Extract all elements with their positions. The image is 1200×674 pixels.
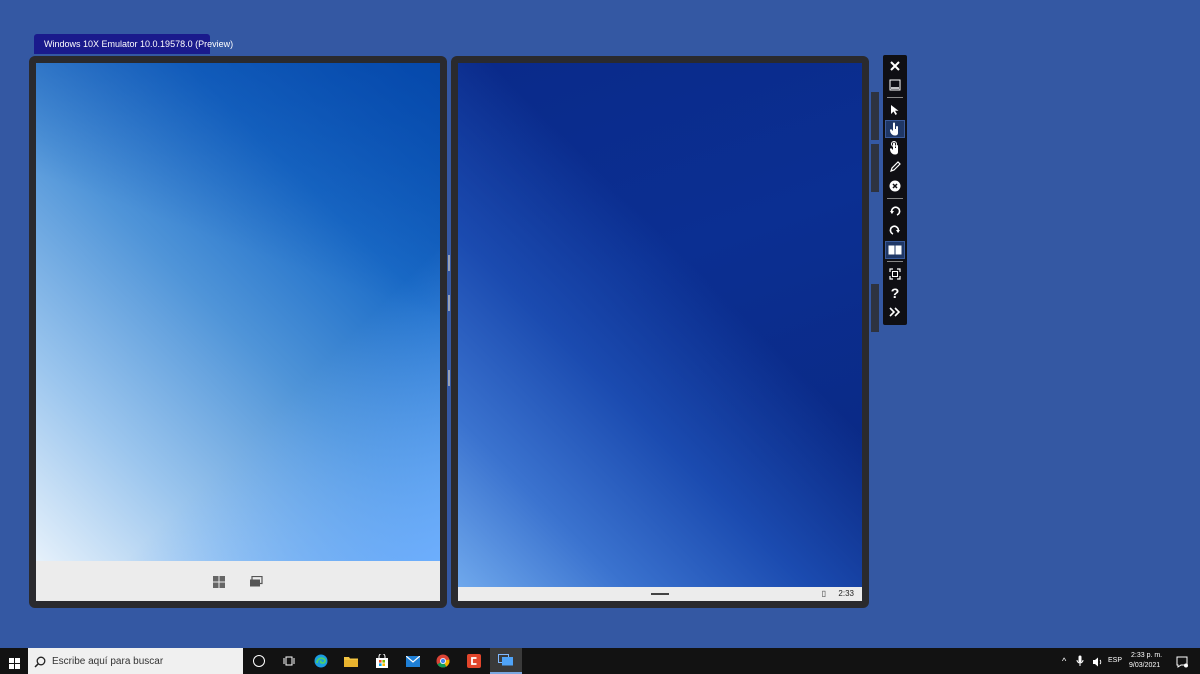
taskbar-time[interactable]: 2:33 p. m.: [1131, 652, 1162, 659]
red-app-icon: [467, 654, 481, 668]
store-button[interactable]: [367, 648, 397, 674]
mail-icon: [406, 655, 420, 667]
emulator-title-tab: Windows 10X Emulator 10.0.19578.0 (Previ…: [34, 34, 233, 54]
folder-icon: [344, 657, 358, 667]
left-display[interactable]: [36, 63, 440, 601]
multi-touch-icon[interactable]: [885, 139, 905, 157]
cortana-button[interactable]: [244, 648, 274, 674]
toolbar-divider: [887, 261, 903, 262]
toolbar-divider: [887, 97, 903, 98]
battery-icon: ▯: [821, 589, 826, 598]
eraser-icon[interactable]: [885, 177, 905, 195]
taskbar-search-box[interactable]: [28, 648, 243, 674]
hinge-mark-top: [448, 255, 450, 271]
notifications-icon[interactable]: [1176, 655, 1188, 673]
edge-icon: [314, 654, 328, 668]
start-windows-icon[interactable]: [213, 575, 225, 588]
emulator-title: Windows 10X Emulator 10.0.19578.0 (Previ…: [44, 39, 234, 49]
volume-icon[interactable]: [1092, 655, 1104, 673]
edge-button[interactable]: [306, 648, 336, 674]
cortana-icon: [253, 655, 265, 667]
right-wallpaper: [458, 63, 862, 587]
minimize-icon[interactable]: [885, 76, 905, 94]
rotate-right-icon[interactable]: [885, 221, 905, 239]
store-icon: [376, 654, 388, 668]
left-taskbar: [36, 561, 440, 601]
windows-logo-icon: [8, 656, 20, 669]
right-clock: 2:33: [838, 589, 854, 598]
hinge-mark-mid: [448, 295, 450, 311]
red-app-button[interactable]: [459, 648, 489, 674]
chrome-icon: [436, 654, 450, 668]
side-tab-1: [871, 92, 879, 140]
language-indicator[interactable]: ESP: [1108, 657, 1122, 664]
windows-taskbar: ^ ESP 2:33 p. m. 9/03/2021: [0, 648, 1200, 674]
left-screen-frame: [29, 56, 447, 608]
mail-button[interactable]: [398, 648, 428, 674]
file-explorer-button[interactable]: [336, 648, 366, 674]
right-status-bar: ▯ 2:33: [458, 587, 862, 601]
search-icon: [34, 655, 46, 668]
toolbar-divider: [887, 198, 903, 199]
emulator-app-button[interactable]: [490, 648, 522, 674]
task-view-taskbar-icon: [283, 656, 295, 666]
start-button[interactable]: [0, 648, 28, 674]
emulator-app-icon: [498, 654, 513, 666]
side-tab-2: [871, 144, 879, 192]
microphone-icon[interactable]: [1076, 654, 1084, 672]
show-hidden-icons-chevron-icon[interactable]: ^: [1062, 656, 1066, 666]
pen-icon[interactable]: [885, 158, 905, 176]
dual-screen-icon[interactable]: [885, 241, 905, 259]
right-display[interactable]: ▯ 2:33: [458, 63, 862, 601]
gesture-handle[interactable]: [651, 593, 669, 595]
chrome-button[interactable]: [428, 648, 458, 674]
rotate-left-icon[interactable]: [885, 202, 905, 220]
task-view-button[interactable]: [274, 648, 304, 674]
side-tab-3: [871, 284, 879, 332]
left-wallpaper: [36, 63, 440, 561]
hinge-mark-low: [448, 370, 450, 386]
right-screen-frame: ▯ 2:33: [451, 56, 869, 608]
search-input[interactable]: [46, 655, 232, 667]
fit-to-screen-icon[interactable]: [885, 265, 905, 283]
single-touch-icon[interactable]: [885, 120, 905, 138]
taskbar-date[interactable]: 9/03/2021: [1129, 662, 1160, 669]
emulator-toolbar: ?: [883, 55, 907, 325]
more-icon[interactable]: [885, 303, 905, 321]
help-icon[interactable]: ?: [885, 284, 905, 302]
mouse-pointer-icon[interactable]: [885, 101, 905, 119]
task-view-icon[interactable]: [249, 575, 263, 587]
close-icon[interactable]: [885, 57, 905, 75]
